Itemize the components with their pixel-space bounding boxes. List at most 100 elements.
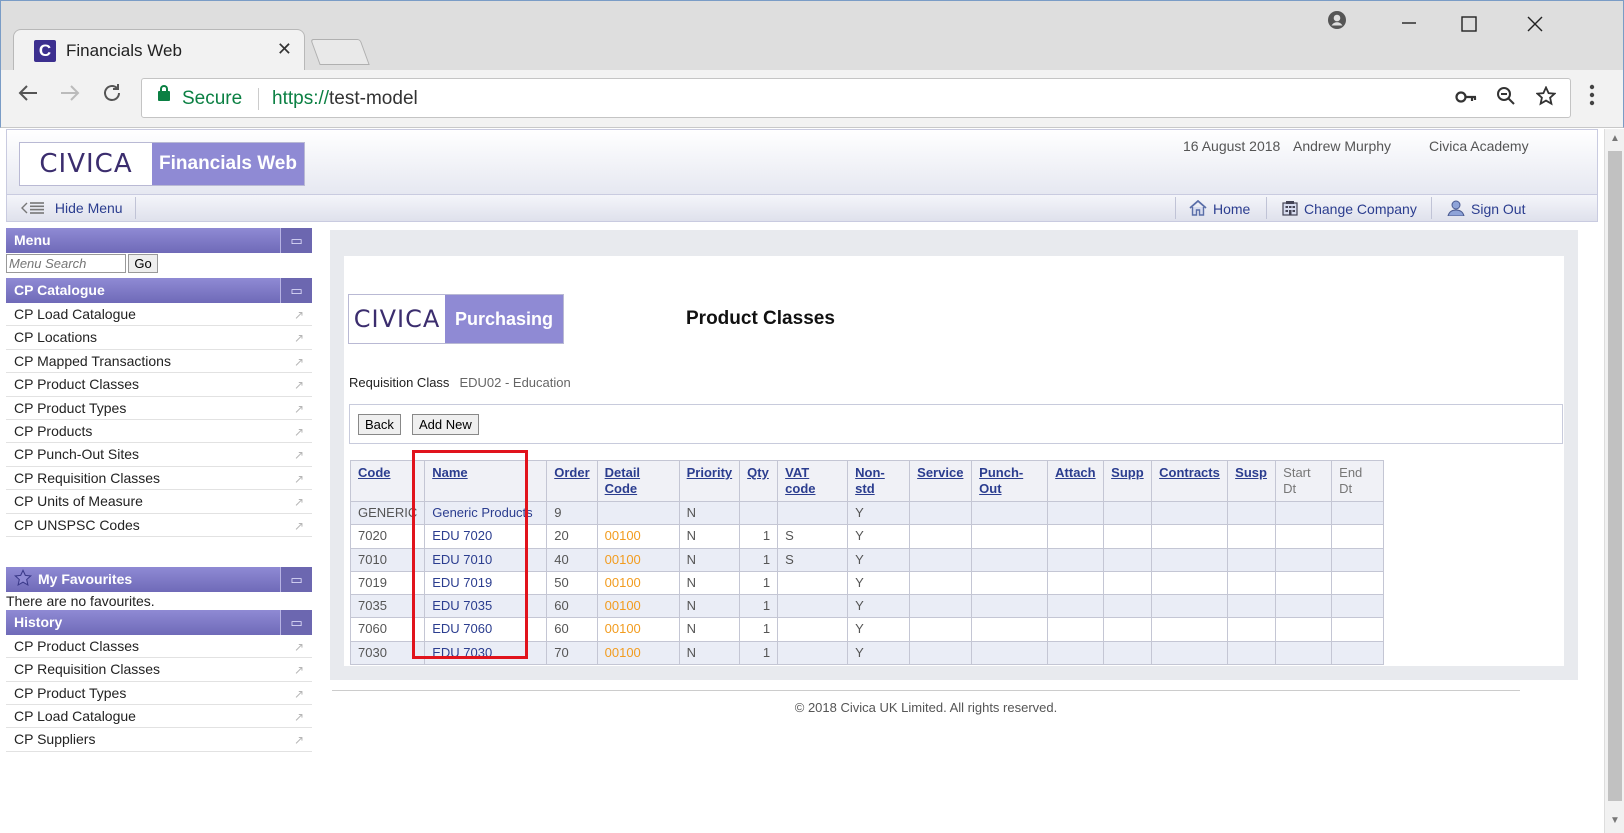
history-item-cp-product-types[interactable]: CP Product Types ↗ (6, 682, 312, 706)
column-header-label[interactable]: Detail (605, 465, 640, 480)
profile-icon[interactable] (1327, 10, 1347, 36)
open-external-icon[interactable]: ↗ (294, 444, 304, 467)
collapse-panel-icon[interactable]: ▭ (280, 609, 312, 635)
column-header-label[interactable]: Supp (1111, 465, 1144, 480)
change-company-link[interactable]: Change Company (1282, 200, 1417, 217)
column-header-label[interactable]: Service (917, 465, 963, 480)
url-text[interactable]: https://test-model (272, 88, 418, 110)
column-header-label[interactable]: code (785, 481, 815, 496)
open-external-icon[interactable]: ↗ (294, 374, 304, 397)
table-row[interactable]: 7030 EDU 7030 70 00100 N 1 Y (349, 640, 1385, 666)
open-external-icon[interactable]: ↗ (294, 421, 304, 444)
sidebar-item-cp-locations[interactable]: CP Locations ↗ (6, 326, 312, 350)
tab-close-icon[interactable]: ✕ (277, 39, 292, 60)
hide-menu-button[interactable]: Hide Menu (21, 200, 123, 216)
column-header-label[interactable]: Code (605, 481, 638, 496)
address-bar[interactable]: Secure https://test-model (141, 78, 1571, 118)
product-class-name-link[interactable]: EDU 7020 (424, 524, 548, 549)
browser-tab[interactable]: C Financials Web ✕ (13, 29, 305, 71)
column-header-label[interactable]: VAT (785, 465, 809, 480)
column-header[interactable]: Supp (1103, 460, 1153, 502)
history-item-cp-requisition-classes[interactable]: CP Requisition Classes ↗ (6, 658, 312, 682)
add-new-button[interactable]: Add New (412, 414, 479, 435)
open-external-icon[interactable]: ↗ (294, 468, 304, 491)
column-header-label[interactable]: Out (979, 481, 1001, 496)
history-item-cp-load-catalogue[interactable]: CP Load Catalogue ↗ (6, 705, 312, 729)
sign-out-link[interactable]: Sign Out (1447, 200, 1525, 217)
maximize-icon[interactable] (1461, 15, 1477, 38)
column-header-label[interactable]: Punch- (979, 465, 1023, 480)
financials-web-logo[interactable]: CIVICA Financials Web (19, 142, 305, 186)
cp-catalogue-header[interactable]: CP Catalogue ▭ (6, 278, 312, 303)
page-scrollbar[interactable]: ▲ ▼ (1604, 129, 1624, 833)
open-external-icon[interactable]: ↗ (294, 659, 304, 682)
column-header[interactable]: Qty (739, 460, 779, 502)
product-class-name-link[interactable]: EDU 7035 (424, 594, 548, 619)
collapse-panel-icon[interactable]: ▭ (280, 566, 312, 592)
column-header-label[interactable]: Attach (1055, 465, 1095, 480)
table-row[interactable]: 7019 EDU 7019 50 00100 N 1 Y (349, 570, 1385, 596)
sidebar-item-cp-requisition-classes[interactable]: CP Requisition Classes ↗ (6, 467, 312, 491)
column-header-label[interactable]: Susp (1235, 465, 1267, 480)
column-header-label[interactable]: Order (554, 465, 589, 480)
sidebar-item-cp-product-classes[interactable]: CP Product Classes ↗ (6, 373, 312, 397)
column-header[interactable]: Detail Code (596, 460, 680, 502)
back-arrow-icon[interactable] (17, 82, 39, 111)
column-header-label[interactable]: Qty (747, 465, 769, 480)
table-row[interactable]: GENERIC Generic Products 9 N Y (349, 500, 1385, 526)
zoom-icon[interactable] (1496, 87, 1516, 111)
column-header[interactable]: Non-std (847, 460, 911, 502)
history-item-cp-suppliers[interactable]: CP Suppliers ↗ (6, 728, 312, 752)
scroll-thumb[interactable] (1608, 151, 1622, 801)
scroll-down-arrow-icon[interactable]: ▼ (1610, 815, 1620, 826)
new-tab-button[interactable] (310, 39, 370, 65)
column-header[interactable]: Service (909, 460, 973, 502)
menu-search-go-button[interactable]: Go (128, 254, 158, 273)
collapse-panel-icon[interactable]: ▭ (280, 228, 312, 253)
column-header-label[interactable]: Priority (687, 465, 733, 480)
column-header-label[interactable]: Contracts (1159, 465, 1220, 480)
menu-search-input[interactable] (6, 254, 126, 273)
sidebar-item-cp-product-types[interactable]: CP Product Types ↗ (6, 397, 312, 420)
browser-menu-icon[interactable] (1589, 84, 1595, 112)
home-link[interactable]: Home (1189, 199, 1250, 217)
open-external-icon[interactable]: ↗ (294, 304, 304, 327)
forward-arrow-icon[interactable] (59, 82, 81, 111)
column-header[interactable]: Punch- Out (971, 460, 1049, 502)
sidebar-item-cp-unspsc-codes[interactable]: CP UNSPSC Codes ↗ (6, 514, 312, 537)
sidebar-item-cp-mapped-transactions[interactable]: CP Mapped Transactions ↗ (6, 350, 312, 374)
column-header[interactable]: Name (424, 460, 548, 502)
scroll-up-arrow-icon[interactable]: ▲ (1610, 133, 1620, 144)
folder-up-icon[interactable]: ▭ (280, 278, 312, 303)
column-header-label[interactable]: Code (358, 465, 391, 480)
table-row[interactable]: 7035 EDU 7035 60 00100 N 1 Y (349, 594, 1385, 619)
product-class-name-link[interactable]: EDU 7030 (424, 640, 548, 666)
open-external-icon[interactable]: ↗ (294, 636, 304, 659)
product-class-name-link[interactable]: EDU 7019 (424, 570, 548, 596)
minimize-icon[interactable] (1401, 7, 1417, 33)
history-item-cp-product-classes[interactable]: CP Product Classes ↗ (6, 635, 312, 659)
sidebar-item-cp-products[interactable]: CP Products ↗ (6, 420, 312, 444)
sidebar-item-cp-load-catalogue[interactable]: CP Load Catalogue ↗ (6, 303, 312, 327)
column-header[interactable]: Attach (1047, 460, 1105, 502)
column-header-label[interactable]: Name (432, 465, 467, 480)
column-header[interactable]: Contracts (1151, 460, 1229, 502)
back-button[interactable]: Back (358, 414, 401, 435)
open-external-icon[interactable]: ↗ (294, 729, 304, 752)
product-class-name-link[interactable]: Generic Products (424, 500, 548, 526)
sidebar-item-cp-punch-out-sites[interactable]: CP Punch-Out Sites ↗ (6, 443, 312, 467)
column-header[interactable]: VAT code (777, 460, 849, 502)
table-row[interactable]: 7010 EDU 7010 40 00100 N 1 S Y (349, 547, 1385, 572)
table-row[interactable]: 7060 EDU 7060 60 00100 N 1 Y (349, 617, 1385, 642)
open-external-icon[interactable]: ↗ (294, 706, 304, 729)
reload-icon[interactable] (101, 82, 123, 111)
column-header[interactable]: Priority (678, 460, 741, 502)
product-class-name-link[interactable]: EDU 7060 (424, 617, 548, 642)
close-window-icon[interactable] (1527, 15, 1543, 38)
column-header-label[interactable]: std (855, 481, 875, 496)
open-external-icon[interactable]: ↗ (294, 491, 304, 514)
key-icon[interactable] (1455, 89, 1477, 111)
open-external-icon[interactable]: ↗ (294, 398, 304, 421)
open-external-icon[interactable]: ↗ (294, 683, 304, 706)
sidebar-item-cp-units-of-measure[interactable]: CP Units of Measure ↗ (6, 490, 312, 514)
